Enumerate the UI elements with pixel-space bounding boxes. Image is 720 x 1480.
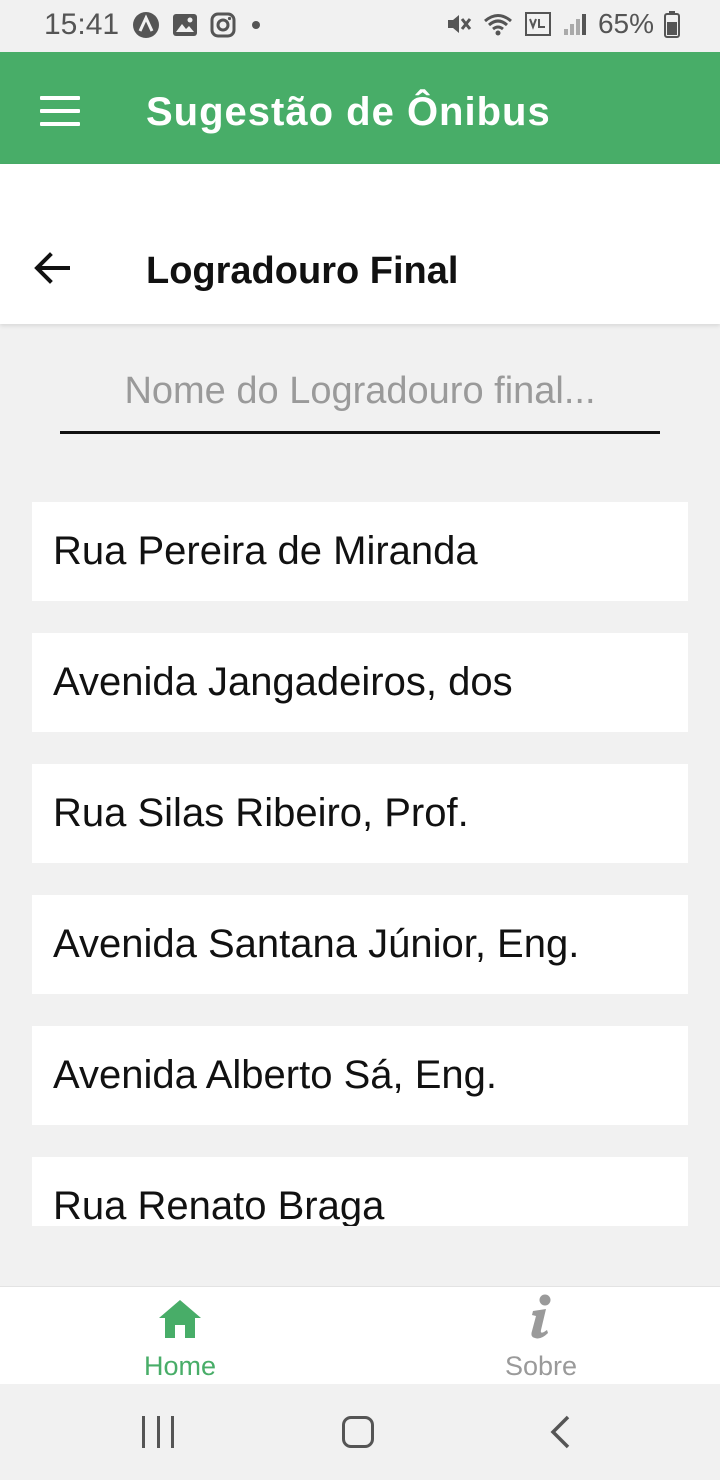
list-item-label: Rua Silas Ribeiro, Prof.: [53, 791, 469, 835]
gallery-notification-icon: [173, 14, 197, 36]
signal-icon: [563, 14, 586, 35]
battery-percent: 65%: [597, 8, 654, 39]
list-item[interactable]: Rua Renato Braga: [32, 1157, 688, 1226]
street-list: Rua Pereira de Miranda Avenida Jangadeir…: [32, 502, 688, 1226]
app-title: Sugestão de Ônibus: [146, 90, 551, 134]
search-field: [60, 356, 660, 434]
recents-icon[interactable]: [142, 1416, 174, 1448]
app-notification-icon: [133, 12, 159, 38]
app-bar: Sugestão de Ônibus: [0, 52, 720, 164]
bottom-nav: Home Sobre: [0, 1286, 720, 1384]
page-title: Logradouro Final: [146, 250, 459, 292]
nav-label-home: Home: [143, 1351, 217, 1381]
nav-item-home[interactable]: Home: [80, 1287, 280, 1385]
status-time: 15:41: [44, 8, 120, 41]
list-item-label: Rua Pereira de Miranda: [53, 529, 478, 573]
more-notifications-dot-icon: [252, 21, 260, 29]
list-item[interactable]: Rua Silas Ribeiro, Prof.: [32, 764, 688, 863]
system-back-icon[interactable]: [548, 1414, 572, 1450]
list-item[interactable]: Avenida Alberto Sá, Eng.: [32, 1026, 688, 1125]
search-input[interactable]: [60, 356, 660, 426]
list-item-label: Rua Renato Braga: [53, 1184, 385, 1226]
status-system-icons: 65%: [444, 8, 680, 40]
nav-item-sobre[interactable]: Sobre: [441, 1287, 641, 1385]
list-item[interactable]: Avenida Jangadeiros, dos: [32, 633, 688, 732]
back-arrow-icon[interactable]: [32, 250, 72, 286]
volte-icon: [524, 12, 551, 36]
system-nav-bar: [0, 1384, 720, 1480]
list-item-label: Avenida Santana Júnior, Eng.: [53, 922, 580, 966]
wifi-icon: [483, 14, 512, 36]
status-notification-icons: [132, 11, 264, 39]
info-icon: [531, 1294, 551, 1339]
battery-icon: [664, 11, 680, 38]
sub-header: Logradouro Final: [0, 164, 720, 324]
status-bar: 15:41 65%: [0, 0, 720, 52]
home-button-icon[interactable]: [342, 1416, 374, 1448]
home-icon: [159, 1300, 201, 1338]
instagram-notification-icon: [210, 12, 236, 38]
list-item-label: Avenida Jangadeiros, dos: [53, 660, 513, 704]
list-item[interactable]: Rua Pereira de Miranda: [32, 502, 688, 601]
nav-label-sobre: Sobre: [504, 1351, 578, 1381]
mute-icon: [447, 15, 472, 33]
list-item[interactable]: Avenida Santana Júnior, Eng.: [32, 895, 688, 994]
list-item-label: Avenida Alberto Sá, Eng.: [53, 1053, 498, 1097]
menu-icon[interactable]: [40, 96, 80, 126]
